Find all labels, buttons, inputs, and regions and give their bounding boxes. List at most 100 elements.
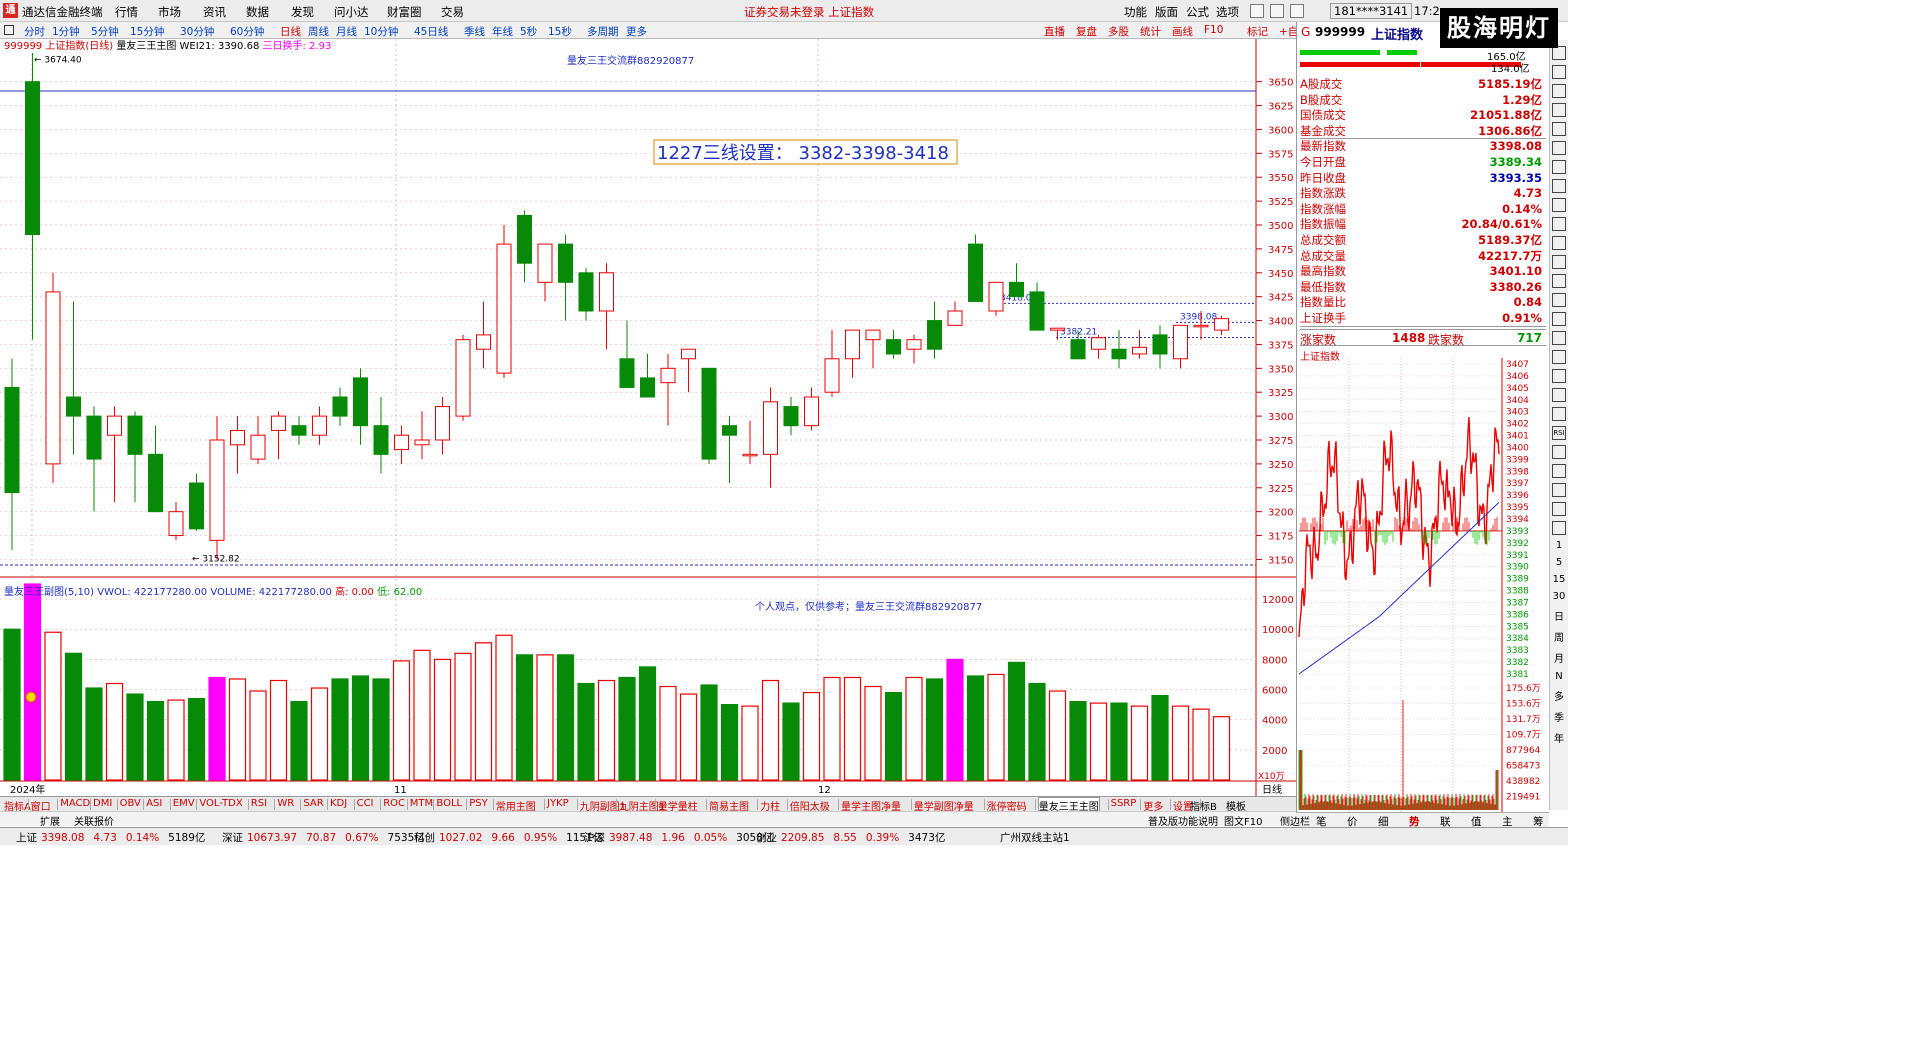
period-9[interactable]: 10分钟 (364, 24, 398, 39)
menu-2[interactable]: 资讯 (203, 4, 226, 20)
indicator-tab-4[interactable]: OBV (120, 798, 141, 809)
side-period-32[interactable]: 月 (1550, 650, 1568, 665)
menu-4[interactable]: 发现 (291, 4, 314, 20)
menu-7[interactable]: 交易 (441, 4, 464, 20)
indicator-tab-18[interactable]: JYKP (547, 798, 569, 809)
indicator-tab-16[interactable]: PSY (469, 798, 488, 809)
period-7[interactable]: 周线 (308, 24, 329, 39)
side-tool-icon-19[interactable] (1552, 407, 1566, 421)
side-period-31[interactable]: 周 (1550, 629, 1568, 644)
period-1[interactable]: 1分钟 (52, 24, 80, 39)
side-tool-icon-24[interactable] (1552, 502, 1566, 516)
layout-toggle-icon[interactable] (4, 25, 14, 35)
side-tool-icon-5[interactable] (1552, 141, 1566, 155)
period-5[interactable]: 60分钟 (230, 24, 264, 39)
side-tool-icon-17[interactable] (1552, 369, 1566, 383)
side-period-26[interactable]: 1 (1550, 540, 1568, 551)
status-index-2[interactable]: 科创 1027.02 9.66 0.95% 1151亿 (414, 830, 612, 845)
side-tool-icon-2[interactable] (1552, 84, 1566, 98)
menu-right-3[interactable]: 选项 (1216, 4, 1239, 20)
period-16[interactable]: 更多 (626, 24, 647, 39)
side-tool-icon-18[interactable] (1552, 388, 1566, 402)
indicator-tab-15[interactable]: BOLL (436, 798, 462, 809)
status-index-1[interactable]: 深证 10673.97 70.87 0.67% 7535亿 (222, 830, 434, 845)
menu-5[interactable]: 问小达 (334, 4, 369, 20)
period-14[interactable]: 15秒 (548, 24, 572, 39)
status-index-3[interactable]: 沪深 3987.48 1.96 0.05% 3058亿 (584, 830, 782, 845)
sub-item-1[interactable]: 关联报价 (74, 813, 114, 828)
status-index-4[interactable]: 创业 2209.85 8.55 0.39% 3473亿 (756, 830, 954, 845)
indicator-tab-9[interactable]: WR (277, 798, 294, 809)
period-0[interactable]: 分时 (24, 24, 45, 39)
win-close-icon[interactable] (1290, 4, 1304, 18)
side-period-34[interactable]: 多 (1550, 688, 1568, 703)
period-12[interactable]: 年线 (492, 24, 513, 39)
side-tool-icon-25[interactable] (1552, 521, 1566, 535)
chart-tool-2[interactable]: 多股 (1108, 24, 1129, 39)
side-tool-icon-0[interactable] (1552, 46, 1566, 60)
indicator-tab-8[interactable]: RSI (251, 798, 267, 809)
side-tool-icon-8[interactable] (1552, 198, 1566, 212)
status-index-0[interactable]: 上证 3398.08 4.73 0.14% 5189亿 (16, 830, 214, 845)
chart-tool-4[interactable]: 画线 (1172, 24, 1193, 39)
period-3[interactable]: 15分钟 (130, 24, 164, 39)
indicator-tab-13[interactable]: ROC (383, 798, 405, 809)
chart-tool-6[interactable]: 标记 (1247, 24, 1268, 39)
period-10[interactable]: 45日线 (414, 24, 448, 39)
indicator-tab-5[interactable]: ASI (146, 798, 162, 809)
chart-tool-5[interactable]: F10 (1204, 24, 1223, 36)
chart-tool-1[interactable]: 复盘 (1076, 24, 1097, 39)
chart-tool-3[interactable]: 统计 (1140, 24, 1161, 39)
period-4[interactable]: 30分钟 (180, 24, 214, 39)
side-period-27[interactable]: 5 (1550, 557, 1568, 568)
win-min-icon[interactable] (1250, 4, 1264, 18)
side-tool-icon-3[interactable] (1552, 103, 1566, 117)
sub-item-0[interactable]: 扩展 (40, 813, 60, 828)
indicator-tab-3[interactable]: DMI (93, 798, 112, 809)
period-11[interactable]: 季线 (464, 24, 485, 39)
side-period-33[interactable]: N (1550, 671, 1568, 682)
side-period-28[interactable]: 15 (1550, 574, 1568, 585)
menu-right-1[interactable]: 版面 (1155, 4, 1178, 20)
side-tool-icon-10[interactable] (1552, 236, 1566, 250)
side-tool-icon-16[interactable] (1552, 350, 1566, 364)
side-tool-icon-13[interactable] (1552, 293, 1566, 307)
indicator-tab-12[interactable]: CCI (357, 798, 374, 809)
period-2[interactable]: 5分钟 (91, 24, 119, 39)
indicator-tab-7[interactable]: VOL-TDX (199, 798, 242, 809)
indicator-tab-29[interactable]: SSRP (1111, 798, 1137, 809)
side-tool-icon-11[interactable] (1552, 255, 1566, 269)
menu-6[interactable]: 财富圈 (387, 4, 422, 20)
account-id[interactable]: 181****3141 (1330, 3, 1413, 19)
period-6[interactable]: 日线 (280, 24, 301, 39)
indicator-tab-2[interactable]: MACD (60, 798, 90, 809)
side-tool-icon-22[interactable] (1552, 464, 1566, 478)
side-tool-icon-14[interactable] (1552, 312, 1566, 326)
side-tool-icon-4[interactable] (1552, 122, 1566, 136)
side-tool-icon-23[interactable] (1552, 483, 1566, 497)
period-13[interactable]: 5秒 (520, 24, 537, 39)
side-tool-icon-21[interactable] (1552, 445, 1566, 459)
side-tool-icon-9[interactable] (1552, 217, 1566, 231)
side-period-29[interactable]: 30 (1550, 591, 1568, 602)
indicator-tab-14[interactable]: MTM (410, 798, 433, 809)
intraday-chart[interactable]: 3407 3406 3405 3404 3403 3402 34013400 3399 3398… (1297, 358, 1550, 812)
side-period-35[interactable]: 季 (1550, 709, 1568, 724)
menu-3[interactable]: 数据 (246, 4, 269, 20)
indicator-tab-10[interactable]: SAR (303, 798, 323, 809)
side-tool-icon-12[interactable] (1552, 274, 1566, 288)
menu-0[interactable]: 行情 (115, 4, 138, 20)
indicator-tab-6[interactable]: EMV (173, 798, 195, 809)
chart-tool-0[interactable]: 直播 (1044, 24, 1065, 39)
menu-1[interactable]: 市场 (158, 4, 181, 20)
kline-chart[interactable]: 3150 3175 3200 3225 3250 3275 3300 3325 3350 3375… (0, 39, 1296, 796)
sub-right-1[interactable]: 图文F10 (1224, 813, 1262, 828)
menu-right-0[interactable]: 功能 (1124, 4, 1147, 20)
win-max-icon[interactable] (1270, 4, 1284, 18)
indicator-tab-11[interactable]: KDJ (330, 798, 347, 809)
side-tool-icon-6[interactable] (1552, 160, 1566, 174)
menu-right-2[interactable]: 公式 (1186, 4, 1209, 20)
side-period-36[interactable]: 年 (1550, 730, 1568, 745)
period-8[interactable]: 月线 (336, 24, 357, 39)
period-15[interactable]: 多周期 (587, 24, 619, 39)
